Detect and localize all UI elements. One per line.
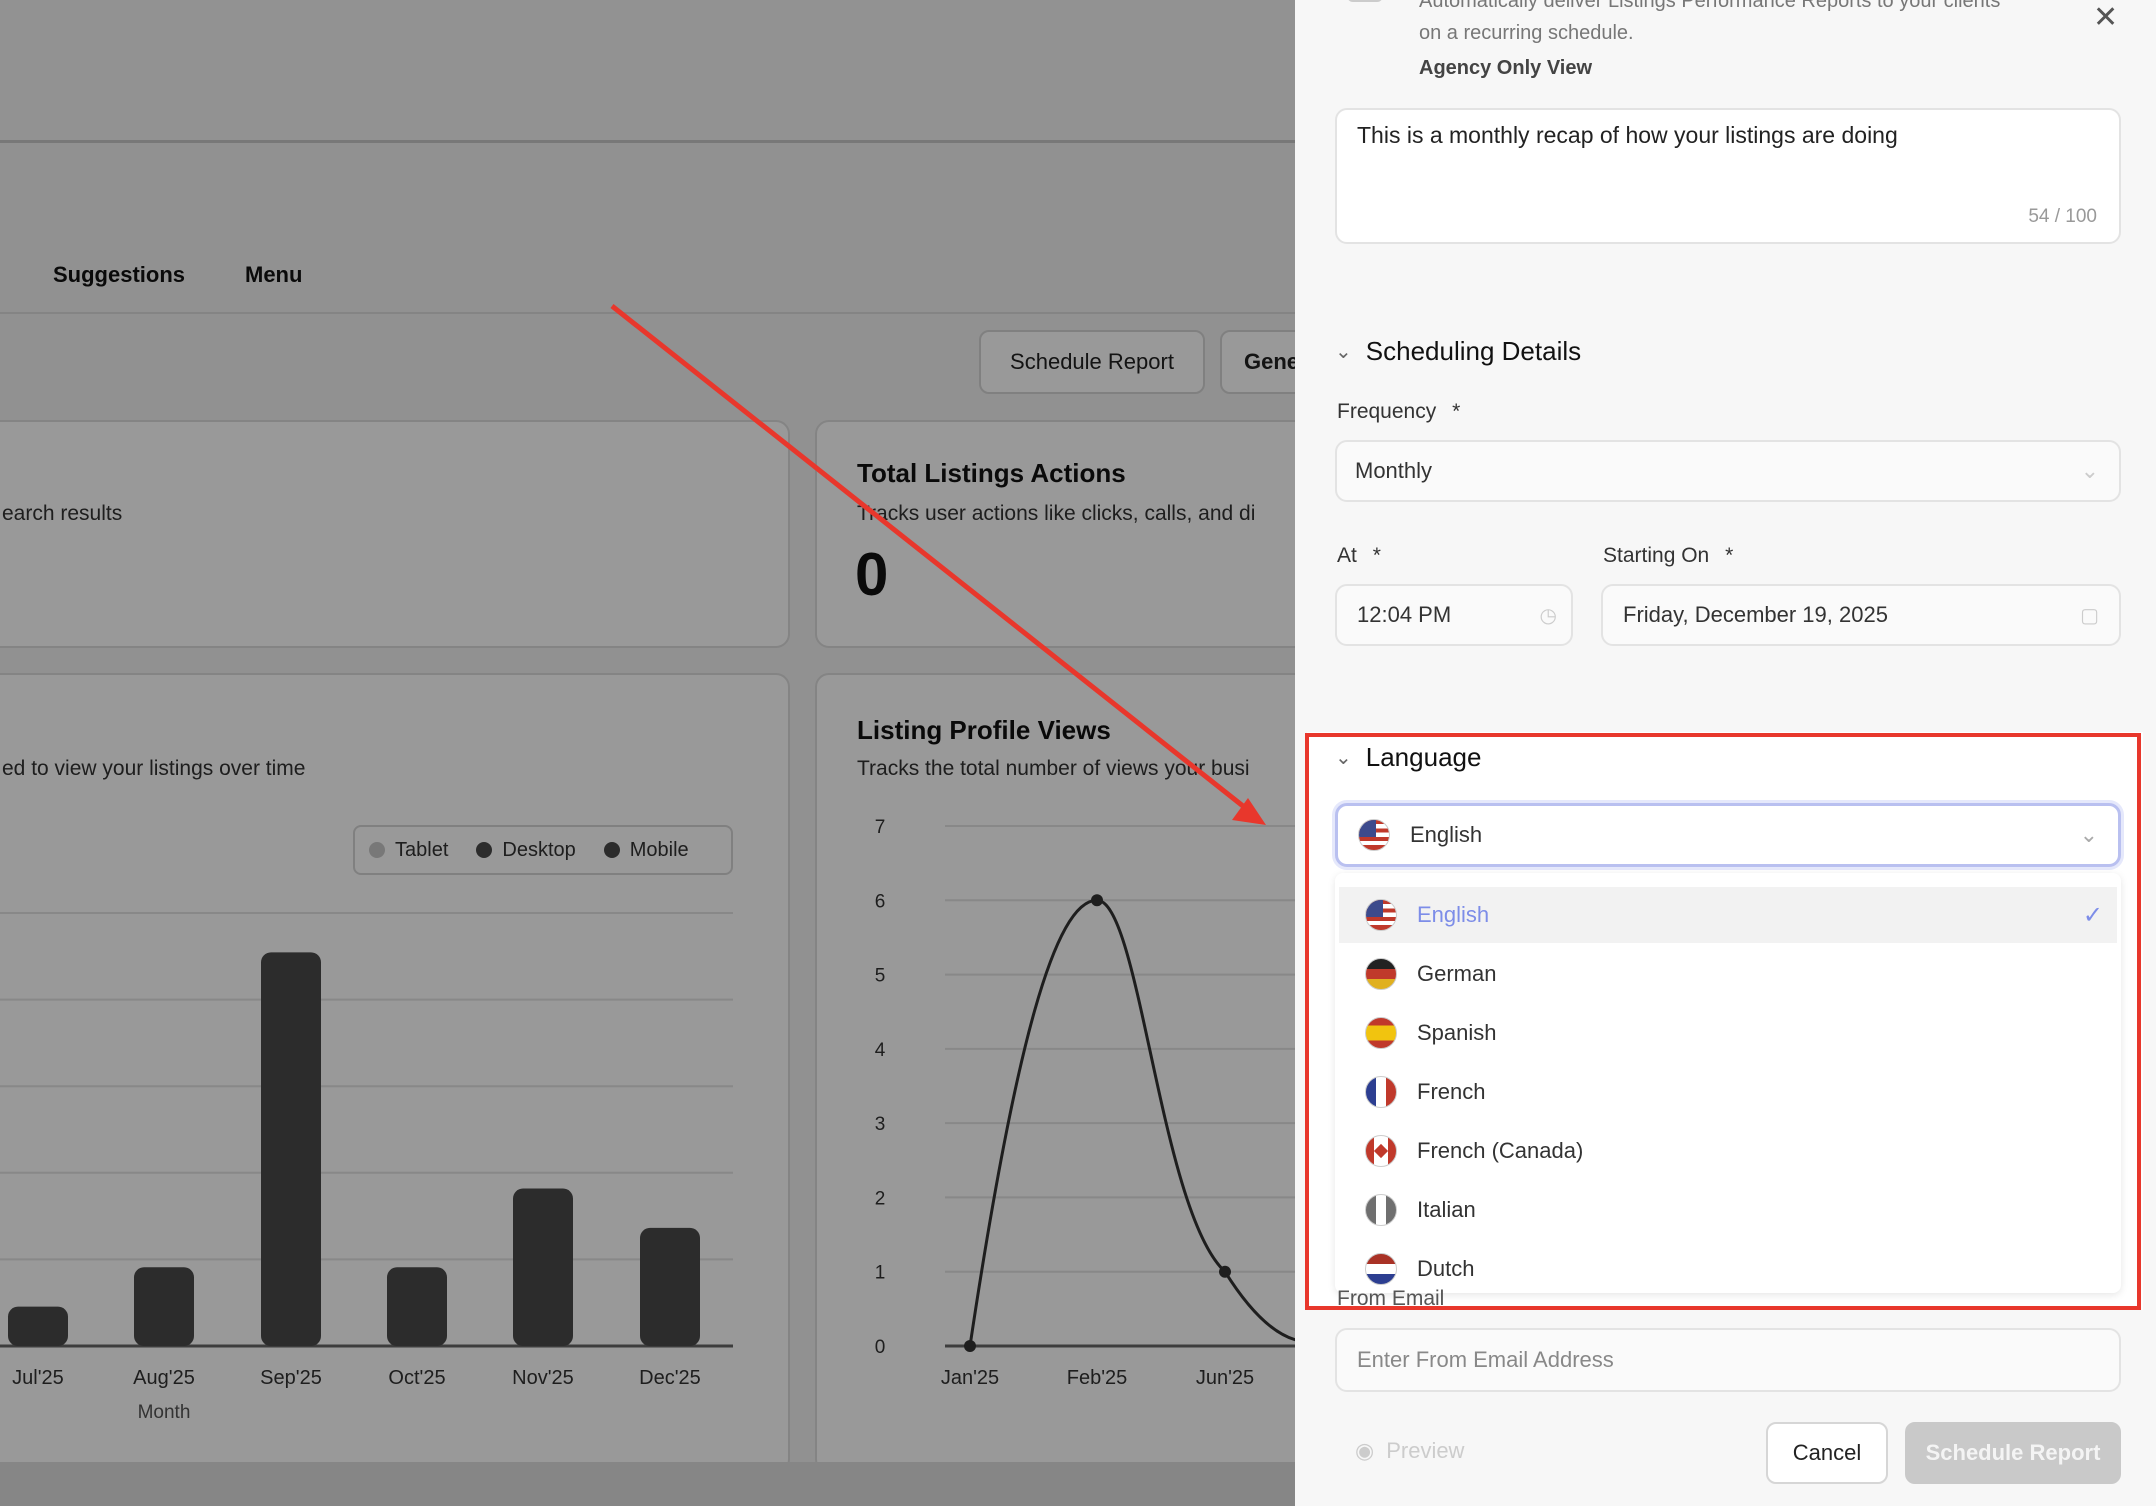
report-icon — [1347, 0, 1383, 2]
message-textarea[interactable]: This is a monthly recap of how your list… — [1335, 108, 2121, 244]
panel-description-line2: on a recurring schedule. — [1419, 22, 1634, 44]
calendar-icon: ▢ — [2080, 604, 2099, 627]
schedule-report-panel: Automatically deliver Listings Performan… — [1295, 0, 2156, 1506]
eye-icon: ◉ — [1355, 1438, 1375, 1463]
chevron-down-icon: ⌄ — [1335, 341, 1352, 363]
time-input[interactable]: 12:04 PM ◷ — [1335, 584, 1573, 646]
cancel-button[interactable]: Cancel — [1766, 1422, 1888, 1484]
highlight-box — [1305, 733, 2141, 1310]
message-text: This is a monthly recap of how your list… — [1357, 122, 1898, 148]
preview-button[interactable]: ◉ Preview — [1355, 1438, 1464, 1464]
starting-on-label: Starting On * — [1603, 544, 1734, 567]
panel-description: Automatically deliver Listings Performan… — [1419, 0, 2001, 12]
char-counter: 54 / 100 — [2028, 206, 2097, 227]
start-date-input[interactable]: Friday, December 19, 2025 ▢ — [1601, 584, 2121, 646]
from-email-input[interactable]: Enter From Email Address — [1335, 1328, 2121, 1392]
at-label: At * — [1337, 544, 1381, 567]
frequency-label: Frequency * — [1337, 400, 1461, 423]
chevron-down-icon: ⌄ — [2080, 458, 2099, 483]
annotation-arrow — [610, 304, 1266, 825]
close-icon[interactable]: ✕ — [2093, 0, 2118, 35]
scheduling-details-header[interactable]: ⌄ Scheduling Details — [1335, 336, 1581, 367]
arrow-line — [610, 304, 1250, 812]
agency-only-label: Agency Only View — [1419, 57, 1593, 79]
frequency-select[interactable]: Monthly ⌄ — [1335, 440, 2121, 502]
clock-icon: ◷ — [1539, 604, 1557, 627]
schedule-report-submit-button[interactable]: Schedule Report — [1905, 1422, 2121, 1484]
